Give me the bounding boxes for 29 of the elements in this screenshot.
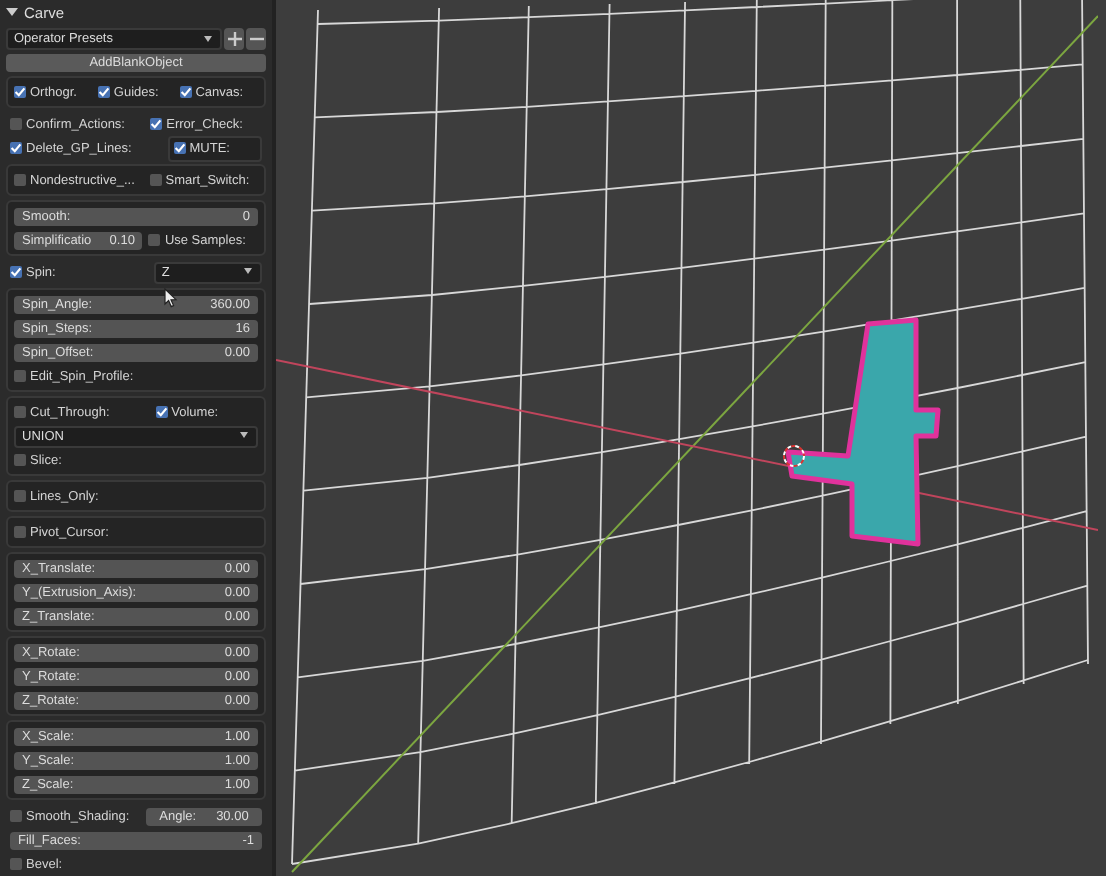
checkbox[interactable] [14,490,26,502]
checkbox[interactable] [14,86,26,98]
chevron-icon [240,432,250,440]
chevron-icon [244,268,255,276]
checkbox[interactable] [14,526,26,538]
checkbox[interactable] [14,174,26,186]
checkbox[interactable] [14,406,26,418]
chevron-icon [204,35,214,43]
checkbox[interactable] [14,454,26,466]
checkbox[interactable] [10,858,22,870]
3d-cursor-icon[interactable] [783,445,805,467]
checkbox[interactable] [148,234,161,246]
extruded-shape[interactable] [785,317,941,547]
checkbox[interactable] [10,142,22,154]
checkbox[interactable] [10,810,22,822]
checkbox[interactable] [179,86,192,98]
checkbox[interactable] [155,406,168,418]
checkbox[interactable] [10,118,22,130]
minus-icon [249,32,263,46]
add-preset-button[interactable] [224,28,244,50]
checkbox[interactable] [10,266,22,278]
plus-icon [227,32,241,46]
checkbox[interactable] [173,142,186,154]
expand-triangle-icon[interactable] [6,6,18,18]
checkbox[interactable] [150,118,163,130]
checkbox[interactable] [14,370,26,382]
checkbox[interactable] [149,174,162,186]
remove-preset-button[interactable] [246,28,266,50]
checkbox[interactable] [97,86,110,98]
